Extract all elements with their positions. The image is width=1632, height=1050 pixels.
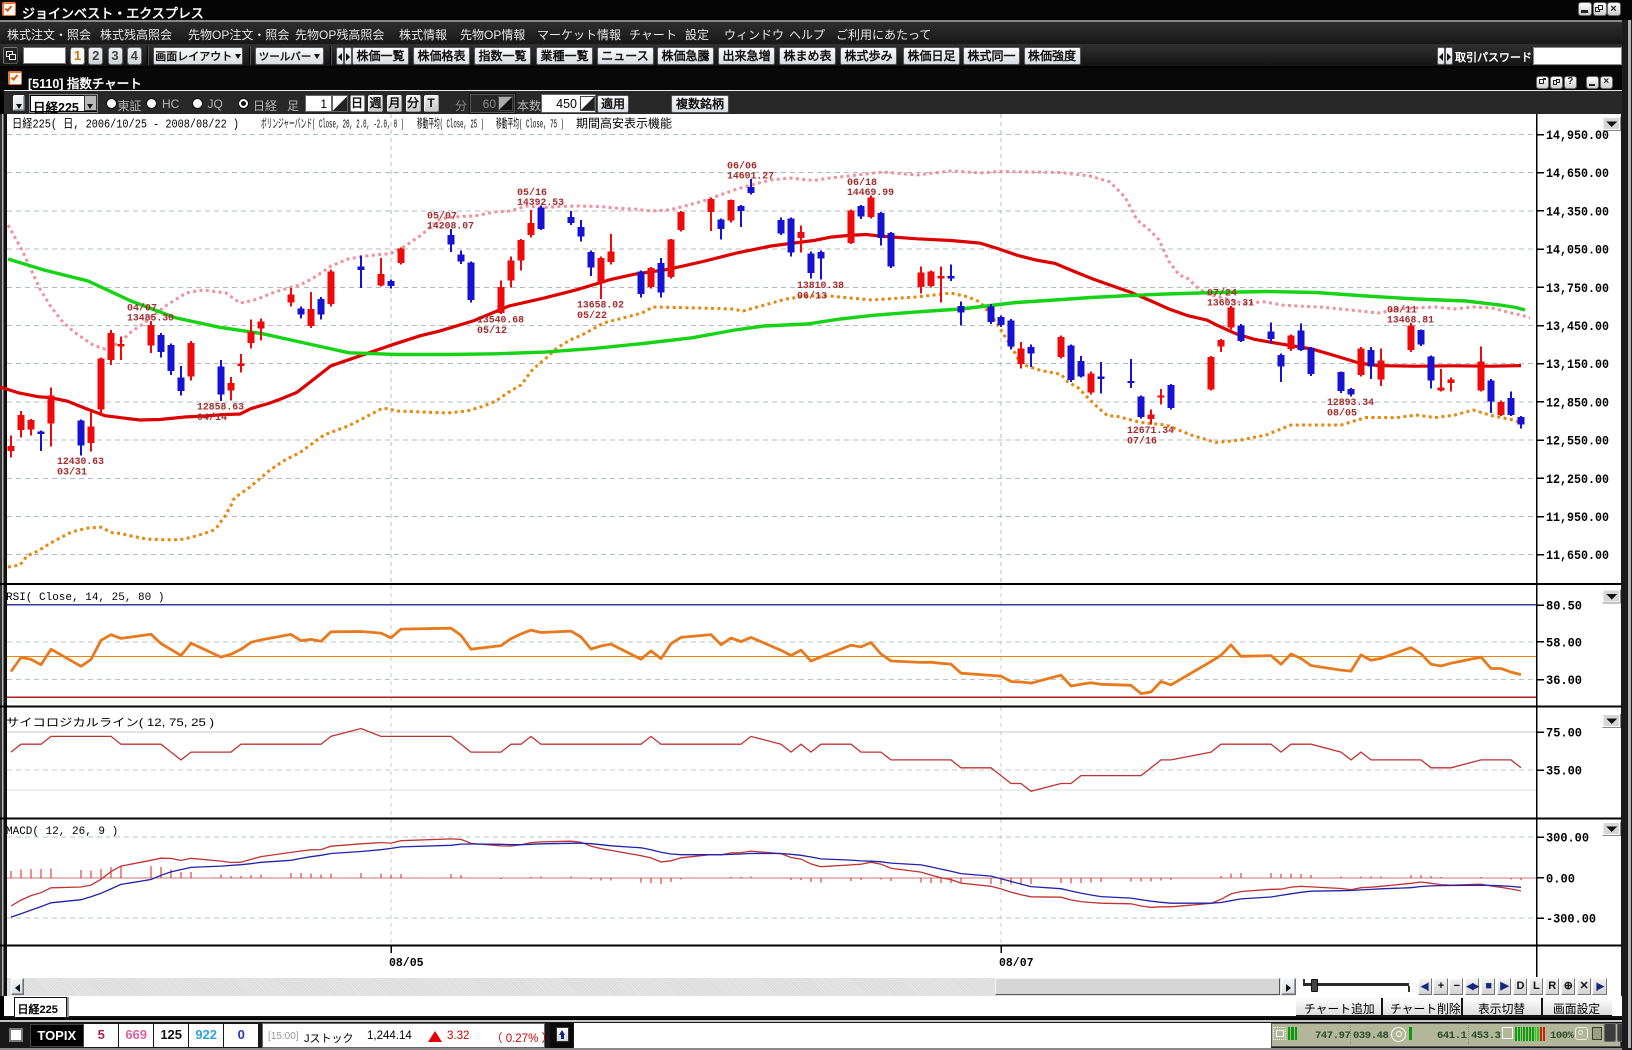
svg-text:08/07: 08/07 [999,957,1034,970]
svg-text:11,950.00: 11,950.00 [1546,510,1609,525]
svg-text:14,950.00: 14,950.00 [1546,128,1609,143]
svg-text:MACD( 12, 26, 9 ): MACD( 12, 26, 9 ) [6,826,118,838]
svg-text:12,850.00: 12,850.00 [1546,395,1609,410]
svg-text:13468.81: 13468.81 [1387,315,1434,327]
svg-text:12,250.00: 12,250.00 [1546,472,1609,487]
svg-text:05/12: 05/12 [477,325,507,337]
svg-text:07/16: 07/16 [1127,436,1157,448]
svg-text:14,650.00: 14,650.00 [1546,166,1609,181]
svg-text:14469.99: 14469.99 [847,187,894,199]
svg-text:期間高安表示機能: 期間高安表示機能 [576,116,672,132]
svg-text:14392.53: 14392.53 [517,197,564,209]
svg-text:RSI( Close, 14, 25, 80 ): RSI( Close, 14, 25, 80 ) [6,592,164,604]
svg-text:0.00: 0.00 [1546,871,1575,886]
svg-text:08/05: 08/05 [389,957,424,970]
svg-text:13603.31: 13603.31 [1207,298,1254,310]
svg-text:13,450.00: 13,450.00 [1546,319,1609,334]
svg-text:14,350.00: 14,350.00 [1546,204,1609,219]
svg-text:12,550.00: 12,550.00 [1546,434,1609,449]
svg-text:36.00: 36.00 [1546,673,1582,688]
svg-text:ボリンジャーバンド( Close, 20, 2.0, -2.: ボリンジャーバンド( Close, 20, 2.0, -2.0, 0 ) [261,117,404,132]
svg-text:11,650.00: 11,650.00 [1546,548,1609,563]
svg-text:サイコロジカルライン( 12, 75, 25 ): サイコロジカルライン( 12, 75, 25 ) [6,716,214,729]
svg-text:移動平均( Close, 75 ): 移動平均( Close, 75 ) [496,117,564,132]
svg-text:08/05: 08/05 [1327,407,1357,419]
svg-text:14601.27: 14601.27 [727,170,774,182]
svg-text:80.50: 80.50 [1546,599,1582,614]
svg-text:13,150.00: 13,150.00 [1546,357,1609,372]
svg-text:13485.30: 13485.30 [127,313,174,325]
svg-text:13,750.00: 13,750.00 [1546,281,1609,296]
svg-text:移動平均( Close, 25 ): 移動平均( Close, 25 ) [417,117,484,132]
svg-text:14208.07: 14208.07 [427,221,474,233]
svg-text:03/31: 03/31 [57,466,87,478]
svg-text:06/13: 06/13 [797,291,827,303]
svg-text:-300.00: -300.00 [1546,912,1596,927]
svg-text:35.00: 35.00 [1546,764,1582,779]
svg-text:300.00: 300.00 [1546,831,1589,846]
svg-text:日経225( 日, 2006/10/25 - 2008/08: 日経225( 日, 2006/10/25 - 2008/08/22 ) [12,117,239,132]
svg-text:05/22: 05/22 [577,310,607,322]
svg-text:14,050.00: 14,050.00 [1546,243,1609,258]
svg-text:04/14: 04/14 [197,412,227,424]
svg-text:75.00: 75.00 [1546,726,1582,741]
svg-text:58.00: 58.00 [1546,635,1582,650]
